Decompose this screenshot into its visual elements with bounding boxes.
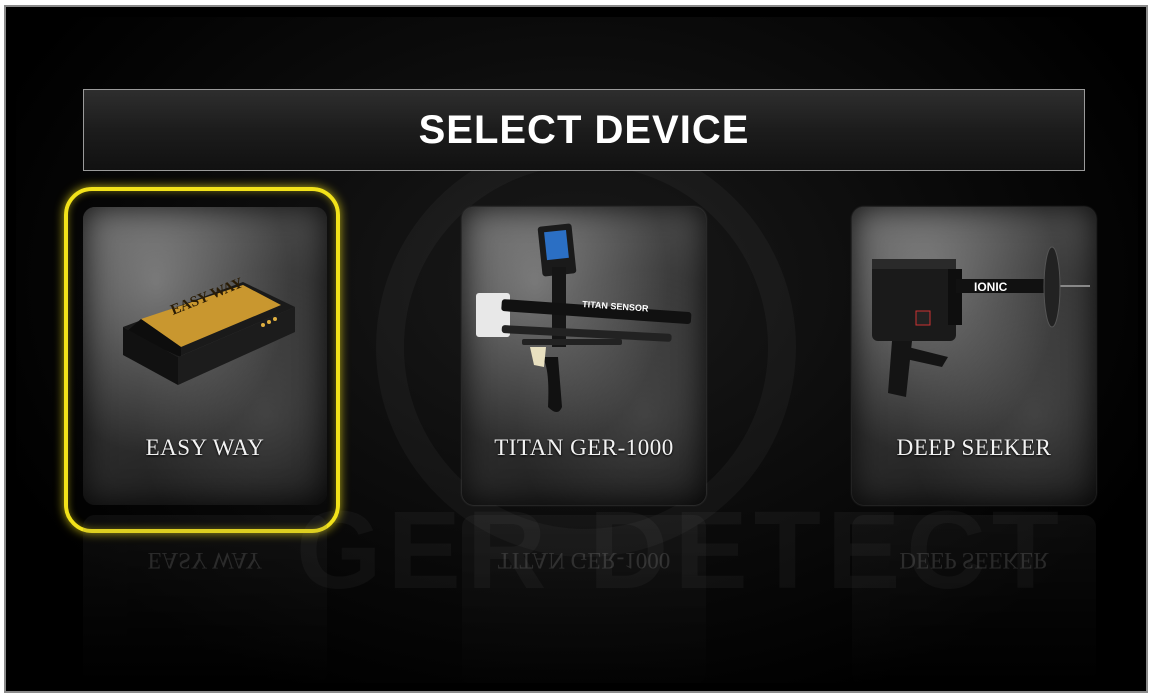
device-label: DEEP SEEKER <box>896 435 1052 460</box>
reflection-label: EASY WAY <box>147 548 263 573</box>
device-select-screen: GER DETECT SELECT DEVICE EASY WAY EASY W… <box>16 17 1138 683</box>
titan-detector-icon: TITAN SENSOR <box>476 223 692 412</box>
device-label: TITAN GER-1000 <box>494 435 674 460</box>
device-card-easy-way[interactable]: EASY WAY EASY WAY <box>83 207 327 505</box>
device-card-titan-ger-1000[interactable]: TITAN SENSOR TITAN GER-1000 <box>462 207 706 505</box>
app-window: GER DETECT SELECT DEVICE EASY WAY EASY W… <box>4 5 1148 693</box>
device-label: EASY WAY <box>145 435 265 460</box>
page-title: SELECT DEVICE <box>418 107 750 152</box>
deep-seeker-detector-icon: IONIC <box>872 246 1090 397</box>
reflection-label: TITAN GER-1000 <box>497 548 671 573</box>
title-bar: SELECT DEVICE <box>83 89 1085 171</box>
card-reflection: TITAN GER-1000 <box>462 515 706 683</box>
device-card-deep-seeker[interactable]: IONIC DEEP SEEKER <box>852 207 1096 505</box>
card-reflection: EASY WAY <box>83 515 327 683</box>
card-reflection: DEEP SEEKER <box>852 515 1096 683</box>
easy-way-device-icon: EASY WAY <box>123 275 295 385</box>
reflection-label: DEEP SEEKER <box>899 548 1049 573</box>
svg-text:IONIC: IONIC <box>974 280 1008 294</box>
